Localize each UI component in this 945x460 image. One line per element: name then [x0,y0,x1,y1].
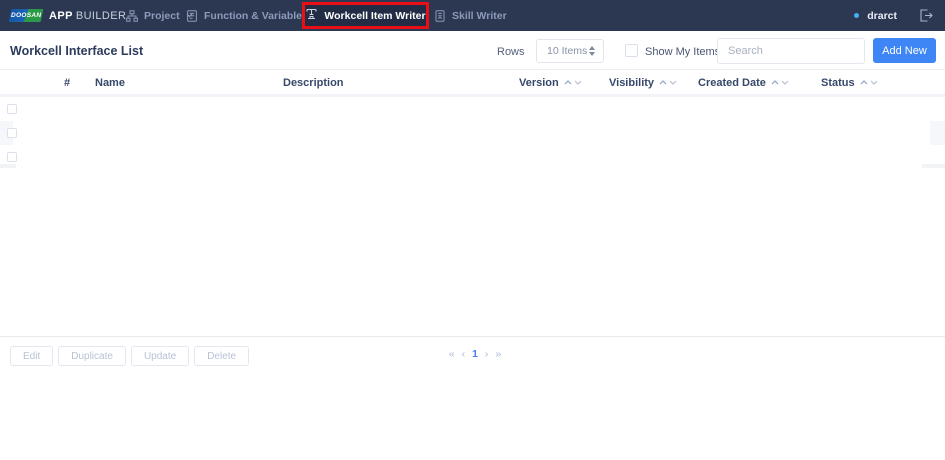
rows-select-value: 10 Items [547,45,587,57]
column-header-version: Version [519,70,582,95]
column-header-created-date: Created Date [698,70,789,95]
user-status-dot [854,13,859,18]
rows-per-page-select[interactable]: 10 Items [536,39,604,63]
sort-desc-icon [669,80,677,85]
row-checkbox[interactable] [7,128,17,138]
pagination: « ‹ 1 › » [435,348,515,360]
table-row[interactable] [0,97,945,121]
table-header: # Name Description Version Visibility Cr… [0,69,945,97]
sort-desc-icon [870,80,878,85]
add-new-button[interactable]: Add New [873,38,936,63]
sort-icons[interactable] [659,80,677,85]
rows-label: Rows [497,46,525,58]
pagination-prev[interactable]: ‹ [462,348,466,360]
sort-icons[interactable] [564,80,582,85]
nav-item-skill-writer[interactable]: Skill Writer [434,0,507,31]
nav-item-label: Project [144,10,180,22]
update-button[interactable]: Update [131,346,189,366]
column-header-status: Status [821,70,878,95]
sort-desc-icon [574,80,582,85]
workcell-icon [305,8,318,23]
sort-asc-icon [659,80,667,85]
app-title: APPBUILDER [49,10,126,22]
duplicate-button[interactable]: Duplicate [58,346,126,366]
show-my-items-checkbox[interactable] [625,44,638,57]
table-row[interactable] [0,145,945,169]
row-checkbox[interactable] [7,152,17,162]
document-icon [186,10,198,22]
logout-icon[interactable] [919,9,933,22]
pagination-page-1[interactable]: 1 [472,348,478,360]
table-body [0,97,945,169]
nav-item-label: Skill Writer [452,10,507,22]
footer-divider [0,336,945,337]
row-checkbox[interactable] [7,104,17,114]
column-header-index: # [64,70,70,95]
sort-icons[interactable] [860,80,878,85]
top-navbar: DOOSAN APPBUILDER Project [0,0,945,31]
username: drarct [867,10,897,22]
sort-asc-icon [860,80,868,85]
table-edge-strip [922,164,945,168]
app-builder-page: DOOSAN APPBUILDER Project [0,0,945,460]
delete-button[interactable]: Delete [194,346,249,366]
pagination-first[interactable]: « [449,348,455,360]
row-highlight [930,121,945,145]
nav-tab-label: Workcell Item Writer [324,10,425,22]
sort-desc-icon [781,80,789,85]
edit-button[interactable]: Edit [10,346,53,366]
action-buttons: Edit Duplicate Update Delete [10,346,249,366]
org-chart-icon [126,10,138,22]
search-input[interactable] [718,45,874,57]
pagination-last[interactable]: » [495,348,501,360]
stepper-icon [589,46,595,56]
pagination-next[interactable]: › [485,348,489,360]
brand-logo[interactable]: DOOSAN APPBUILDER [10,0,126,31]
page-title: Workcell Interface List [10,44,143,58]
column-header-description: Description [283,70,344,95]
column-header-visibility: Visibility [609,70,677,95]
sort-icons[interactable] [771,80,789,85]
user-area: drarct [854,0,933,31]
doosan-logo: DOOSAN [9,9,44,22]
skill-writer-icon [434,10,446,22]
nav-tab-workcell-item-writer[interactable]: Workcell Item Writer [305,4,426,27]
sort-asc-icon [771,80,779,85]
search-box [717,38,865,64]
column-header-name: Name [95,70,125,95]
sort-asc-icon [564,80,572,85]
table-row[interactable] [0,121,945,145]
table-edge-strip [0,164,16,168]
nav-item-project[interactable]: Project [126,0,193,31]
